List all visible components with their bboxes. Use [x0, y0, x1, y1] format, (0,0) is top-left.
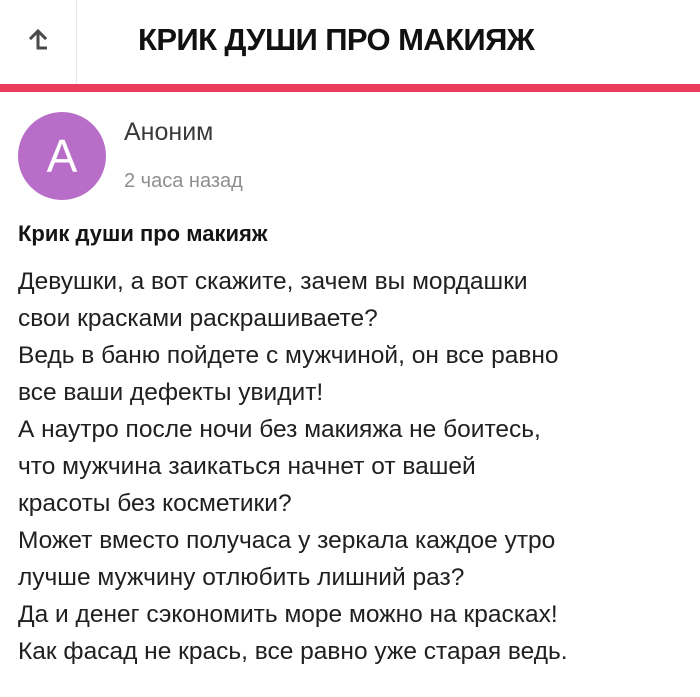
post-line: что мужчина заикаться начнет от вашей: [18, 453, 476, 480]
post-header: А Аноним 2 часа назад: [0, 92, 700, 207]
back-arrow-icon: [27, 29, 49, 55]
avatar[interactable]: А: [18, 112, 106, 200]
post-title: Крик души про макияж: [18, 221, 268, 246]
post-line: Девушки, а вот скажите, зачем вы мордашк…: [18, 268, 528, 295]
page-title: КРИК ДУШИ ПРО МАКИЯЖ: [138, 22, 535, 57]
post-line: Как фасад не крась, все равно уже старая…: [18, 638, 568, 665]
post-line: А наутро после ночи без макияжа не боите…: [18, 416, 541, 443]
post-body: Девушки, а вот скажите, зачем вы мордашк…: [18, 263, 694, 670]
post-timestamp: 2 часа назад: [124, 170, 243, 192]
top-bar: КРИК ДУШИ ПРО МАКИЯЖ: [0, 0, 700, 84]
post-line: Ведь в баню пойдете с мужчиной, он все р…: [18, 342, 559, 369]
post-line: все ваши дефекты увидит!: [18, 379, 324, 406]
post-line: Да и денег сэкономить море можно на крас…: [18, 601, 558, 628]
post-line: лучше мужчину отлюбить лишний раз?: [18, 564, 465, 591]
header-divider: [76, 0, 77, 84]
accent-bar: [0, 84, 700, 92]
back-button[interactable]: [0, 0, 76, 84]
author-name[interactable]: Аноним: [124, 118, 213, 147]
post-line: свои красками раскрашиваете?: [18, 305, 378, 332]
post-line: красоты без косметики?: [18, 490, 292, 517]
post-line: Может вместо получаса у зеркала каждое у…: [18, 527, 556, 554]
